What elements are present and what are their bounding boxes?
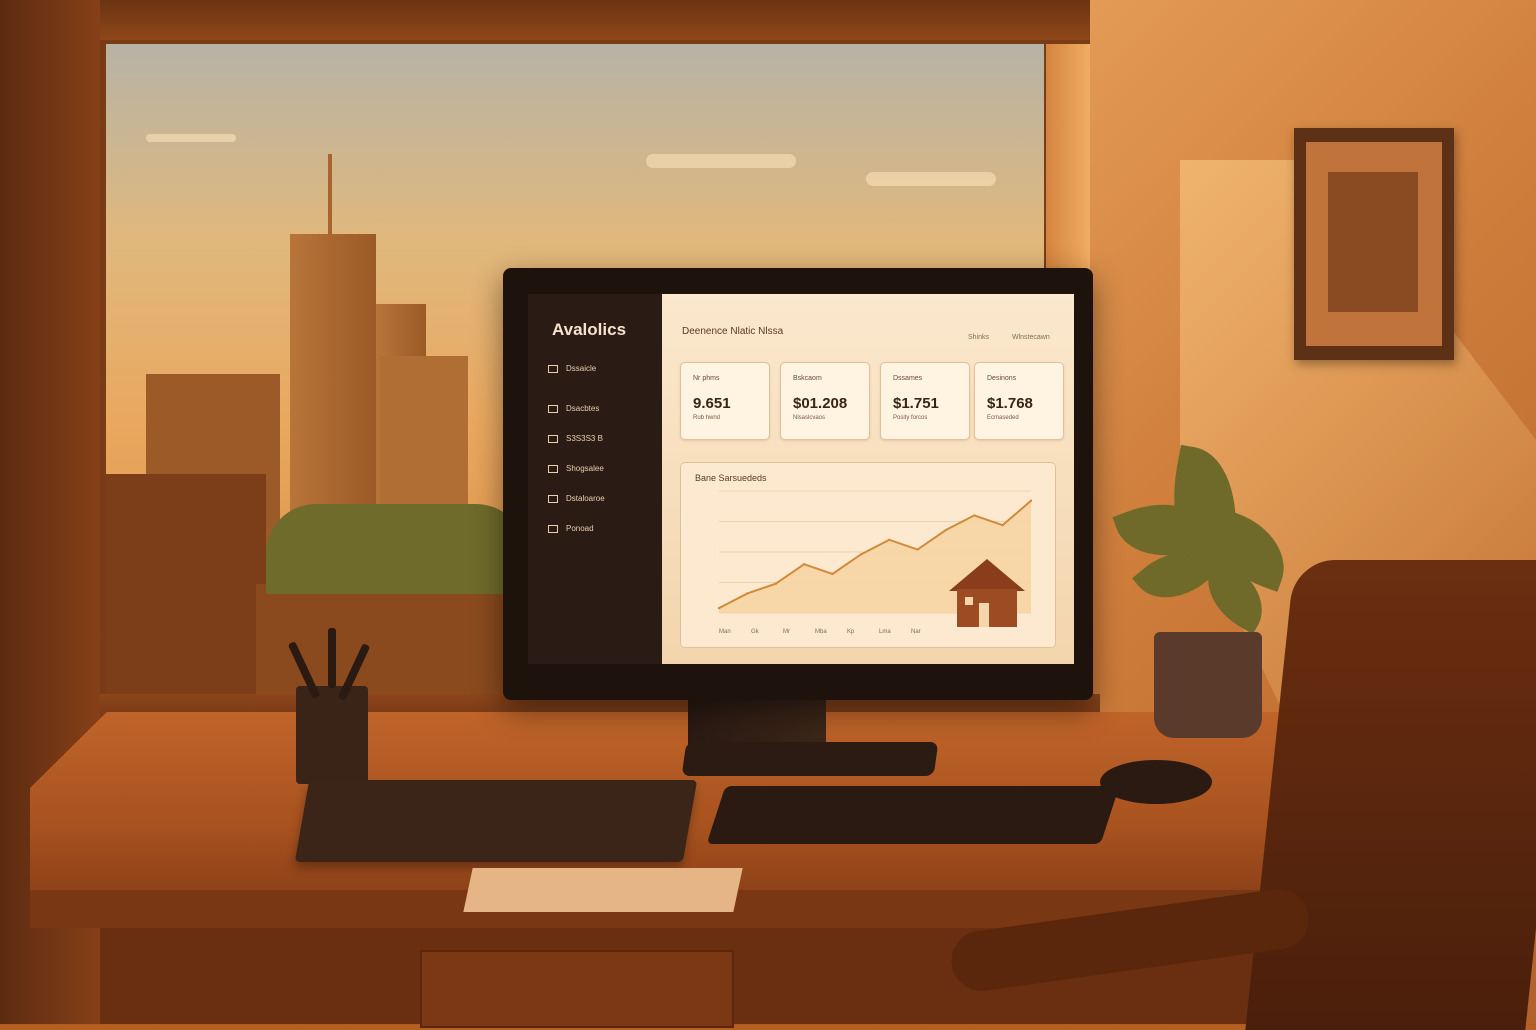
list-icon [548, 404, 558, 413]
pen-cup [296, 686, 368, 784]
x-tick-label: Mr [783, 629, 790, 635]
chart-point [774, 582, 777, 585]
sidebar-item-0[interactable]: Dssaicle [548, 364, 596, 373]
grid-icon [548, 364, 558, 373]
wall-picture-art [1328, 172, 1418, 312]
sidebar-item-label: Dssaicle [566, 364, 597, 373]
cloud [646, 154, 796, 168]
plant-pot [1154, 632, 1262, 738]
kpi-label: Desinons [987, 375, 1017, 382]
chart-point [973, 514, 976, 517]
sidebar-item-label: Dstaloaroe [566, 494, 605, 503]
x-tick-label: Lma [879, 629, 891, 635]
kpi-value: $1.751 [893, 395, 939, 412]
chart-panel: Bane Sarsuededs Man Gk Mr Mba Kp Lma Nar [680, 462, 1056, 648]
chart-point [1029, 499, 1033, 502]
kpi-sub: Posity forcos [893, 415, 928, 421]
cloud [146, 134, 236, 142]
folder-icon [548, 464, 558, 473]
mouse[interactable] [1100, 760, 1212, 804]
x-tick-label: Gk [751, 629, 760, 635]
sidebar-item-5[interactable]: Ponoad [548, 524, 594, 533]
sidebar-item-label: Ponoad [566, 524, 594, 533]
chart-point [859, 553, 863, 556]
office-scene: Avalolics Dssaicle Dsacbtes S3S3S3 B Sho… [0, 0, 1536, 1030]
kpi-card[interactable]: Desinons $1.768 Ecmaseded [974, 362, 1064, 440]
chart-point [944, 528, 948, 532]
chart-icon [548, 434, 558, 443]
arrow-icon [548, 524, 558, 533]
paper-sheet [463, 868, 743, 912]
x-tick-label: Nar [911, 629, 921, 635]
sidebar-item-4[interactable]: Dstaloaroe [548, 494, 605, 503]
building [106, 474, 266, 694]
chair-back [1245, 560, 1536, 1030]
x-tick-label: Man [719, 629, 731, 635]
kpi-sub: Rub hwnd [693, 415, 721, 421]
window-blind [100, 0, 1090, 40]
monitor-screen: Avalolics Dssaicle Dsacbtes S3S3S3 B Sho… [528, 294, 1074, 664]
chart-point [1001, 523, 1004, 527]
sidebar-item-2[interactable]: S3S3S3 B [548, 434, 603, 443]
sidebar-item-label: Shogsalee [566, 464, 604, 473]
kpi-label: Dssames [893, 375, 923, 382]
chart-point [887, 538, 891, 541]
chart-point [831, 572, 834, 576]
kpi-sub: Nlsaslcvaos [793, 415, 826, 421]
kpi-value: 9.651 [693, 395, 731, 412]
header-link[interactable]: Shinks [968, 334, 989, 341]
sidebar: Avalolics Dssaicle Dsacbtes S3S3S3 B Sho… [528, 294, 662, 664]
document-icon [548, 494, 558, 503]
cloud [866, 172, 996, 186]
sidebar-item-3[interactable]: Shogsalee [548, 464, 604, 473]
sidebar-item-label: S3S3S3 B [566, 434, 603, 443]
antenna [328, 154, 332, 234]
x-tick-label: Kp [847, 629, 855, 635]
kpi-card[interactable]: Nr phms 9.651 Rub hwnd [680, 362, 770, 440]
kpi-sub: Ecmaseded [987, 415, 1019, 421]
kpi-value: $1.768 [987, 395, 1033, 412]
chart-point [802, 563, 806, 566]
plant [1100, 430, 1300, 650]
x-tick-label: Mba [815, 629, 827, 635]
chart-point [916, 548, 919, 551]
kpi-card[interactable]: Dssames $1.751 Posity forcos [880, 362, 970, 440]
page-title: Deenence Nlatic Nlssa [682, 326, 784, 337]
area-chart: Man Gk Mr Mba Kp Lma Nar [717, 490, 1033, 635]
main-panel: Deenence Nlatic Nlssa Shinks Wlnstecawn … [662, 294, 1074, 664]
trees [266, 504, 526, 594]
pencil [328, 628, 336, 688]
header-link[interactable]: Wlnstecawn [1012, 334, 1050, 341]
sidebar-item-1[interactable]: Dsacbtes [548, 404, 599, 413]
kpi-label: Nr phms [693, 375, 720, 382]
sidebar-item-label: Dsacbtes [566, 404, 600, 413]
chart-point [717, 606, 721, 610]
notebook [294, 780, 698, 862]
monitor-base [681, 742, 939, 776]
chart-point [746, 592, 749, 595]
desk-drawer [420, 950, 734, 1028]
kpi-label: Bskcaom [793, 375, 822, 382]
kpi-value: $01.208 [793, 395, 848, 412]
keyboard[interactable] [706, 786, 1120, 844]
brand-logo: Avalolics [552, 320, 627, 339]
kpi-card[interactable]: Bskcaom $01.208 Nlsaslcvaos [780, 362, 870, 440]
